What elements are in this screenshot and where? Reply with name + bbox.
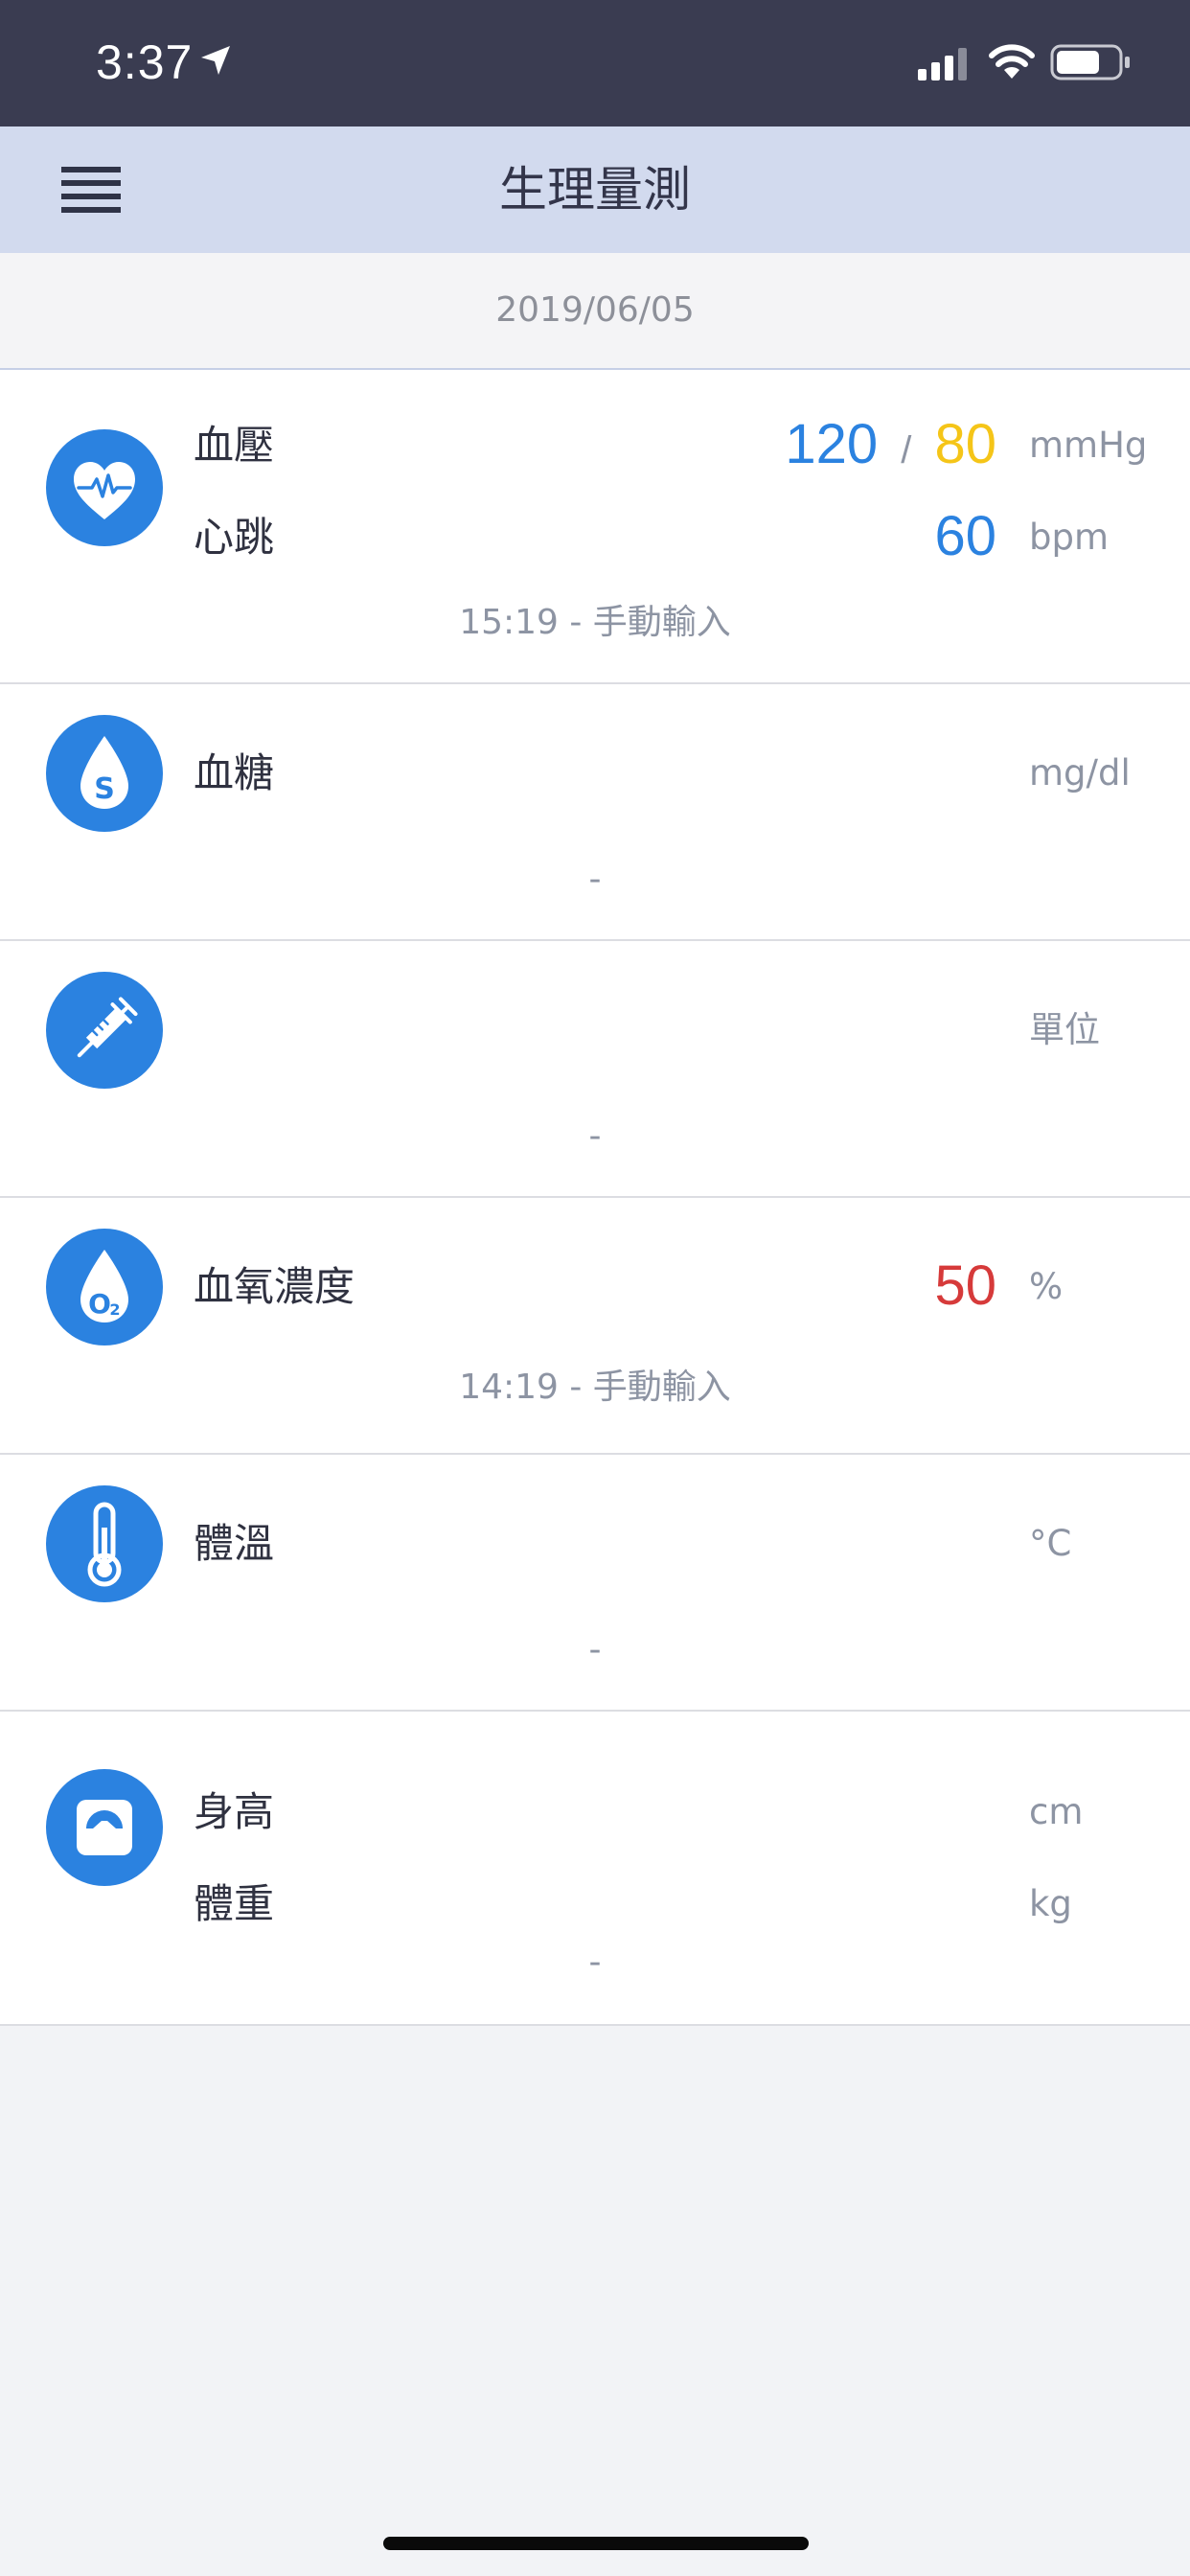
blood-sugar-label: 血糖 [194, 749, 275, 796]
svg-text:S: S [94, 772, 115, 806]
blood-sugar-card[interactable]: S 血糖 mg/dl - [0, 684, 1190, 941]
insulin-unit: 單位 [1029, 1009, 1100, 1050]
syringe-icon [46, 972, 163, 1089]
diastolic-value: 80 [934, 413, 996, 475]
temperature-empty: - [588, 1630, 602, 1669]
temperature-unit: °C [1029, 1523, 1072, 1564]
thermometer-icon [46, 1485, 163, 1602]
svg-text:O: O [88, 1288, 111, 1320]
glucose-drop-icon: S [46, 715, 163, 832]
heart-rate-label: 心跳 [194, 514, 275, 561]
blood-pressure-unit: mmHg [1029, 425, 1148, 466]
heart-pulse-icon [46, 429, 163, 546]
date-selector[interactable]: 2019/06/05 [0, 253, 1190, 370]
height-label: 身高 [194, 1788, 275, 1835]
page-title: 生理量測 [499, 162, 691, 218]
body-measurement-empty: - [588, 1943, 602, 1982]
weight-label: 體重 [194, 1880, 275, 1927]
heart-rate-value: 60 [934, 505, 996, 567]
blood-oxygen-unit: % [1029, 1266, 1064, 1307]
blood-pressure-timestamp: 15:19 - 手動輸入 [459, 603, 731, 642]
location-arrow-icon [201, 46, 230, 75]
temperature-card[interactable]: 體溫 °C - [0, 1455, 1190, 1712]
status-bar: 3:37 [0, 0, 1190, 126]
blood-oxygen-card[interactable]: O 2 血氧濃度 50 % 14:19 - 手動輸入 [0, 1198, 1190, 1455]
insulin-card[interactable]: 單位 - [0, 941, 1190, 1198]
blood-sugar-unit: mg/dl [1029, 752, 1131, 794]
battery-icon [1050, 44, 1130, 80]
status-time: 3:37 [96, 35, 194, 89]
insulin-empty: - [588, 1116, 602, 1156]
systolic-value: 120 [785, 413, 879, 475]
height-unit: cm [1029, 1791, 1084, 1832]
blood-oxygen-label: 血氧濃度 [194, 1263, 355, 1310]
bp-separator: / [901, 429, 912, 472]
home-indicator[interactable] [383, 2537, 809, 2550]
oxygen-drop-icon: O 2 [46, 1229, 163, 1346]
blood-pressure-value: 120 / 80 [785, 414, 996, 481]
blood-oxygen-timestamp: 14:19 - 手動輸入 [459, 1368, 731, 1407]
cellular-signal-icon [918, 48, 967, 80]
blood-oxygen-value: 50 [934, 1254, 996, 1317]
body-measurement-card[interactable]: 身高 cm 體重 kg - [0, 1712, 1190, 2026]
scale-icon [46, 1769, 163, 1886]
wifi-icon [989, 44, 1035, 79]
blood-pressure-card[interactable]: 血壓 120 / 80 mmHg 心跳 60 bpm 15:19 - 手動輸入 [0, 370, 1190, 684]
blood-pressure-label: 血壓 [194, 422, 275, 469]
heart-rate-unit: bpm [1029, 517, 1110, 558]
temperature-label: 體溫 [194, 1520, 275, 1567]
hamburger-menu-icon[interactable] [61, 163, 121, 217]
blood-sugar-empty: - [588, 860, 602, 899]
svg-text:2: 2 [109, 1300, 120, 1319]
navigation-bar: 生理量測 [0, 126, 1190, 253]
weight-unit: kg [1029, 1883, 1072, 1924]
